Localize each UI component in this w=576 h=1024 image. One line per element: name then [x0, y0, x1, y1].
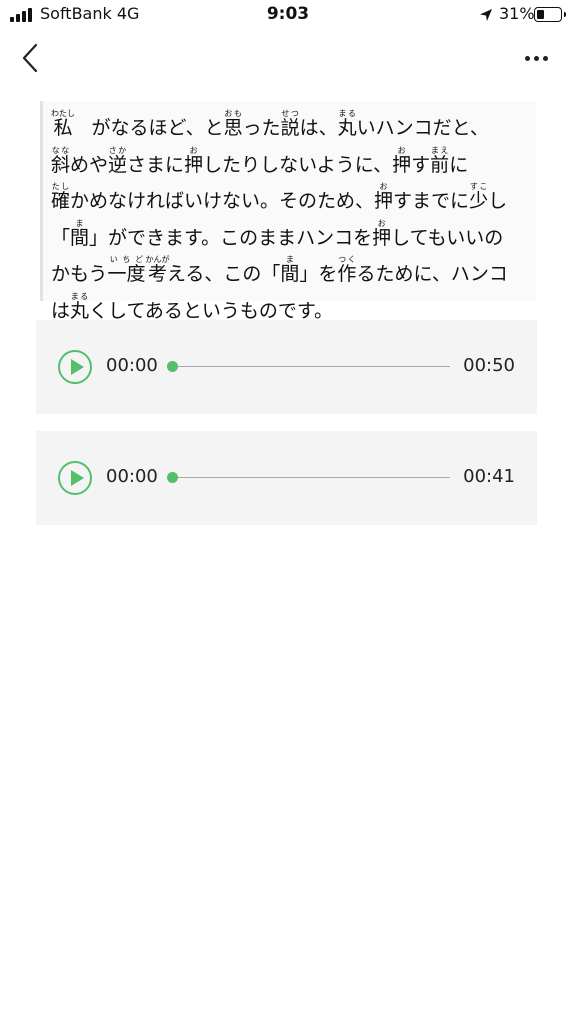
progress-track[interactable] [172, 477, 450, 478]
text-line-1: 私わたし がなるほど、と思おもった説せつは、丸まるいハンコだと、 [51, 109, 489, 139]
play-icon[interactable] [58, 461, 92, 495]
duration: 00:50 [463, 355, 515, 376]
text-line-3: 確たしかめなければいけない。そのため、押おすまでに少すこし [51, 182, 508, 212]
progress-track[interactable] [172, 366, 450, 367]
more-options-icon[interactable] [518, 48, 554, 68]
text-line-4: 「間ま」ができます。このままハンコを押おしてもいいの [51, 218, 504, 249]
battery-level [537, 10, 544, 19]
battery-icon [534, 7, 566, 22]
status-bar: SoftBank 4G 9:03 31% [0, 0, 576, 30]
duration: 00:41 [463, 466, 515, 487]
play-icon[interactable] [58, 350, 92, 384]
audio-player-2: 00:00 00:41 [36, 431, 537, 525]
audio-player-1: 00:00 00:50 [36, 320, 537, 414]
text-line-5: かもう一度いちど考かんがえる、この「間ま」を作つくるために、ハンコ [51, 255, 508, 285]
document-text-image: 私わたし がなるほど、と思おもった説せつは、丸まるいハンコだと、 斜ななめや逆さ… [40, 101, 536, 322]
back-chevron-icon[interactable] [18, 42, 44, 74]
current-time: 00:00 [106, 466, 158, 487]
battery-percent: 31% [499, 4, 535, 23]
location-arrow-icon [480, 9, 492, 21]
progress-knob[interactable] [167, 361, 178, 372]
current-time: 00:00 [106, 355, 158, 376]
text-line-2: 斜ななめや逆さかさまに押おしたりしないように、押おす前まえに [51, 145, 469, 176]
progress-knob[interactable] [167, 472, 178, 483]
kanji-ruby: 私わたし [51, 109, 75, 139]
